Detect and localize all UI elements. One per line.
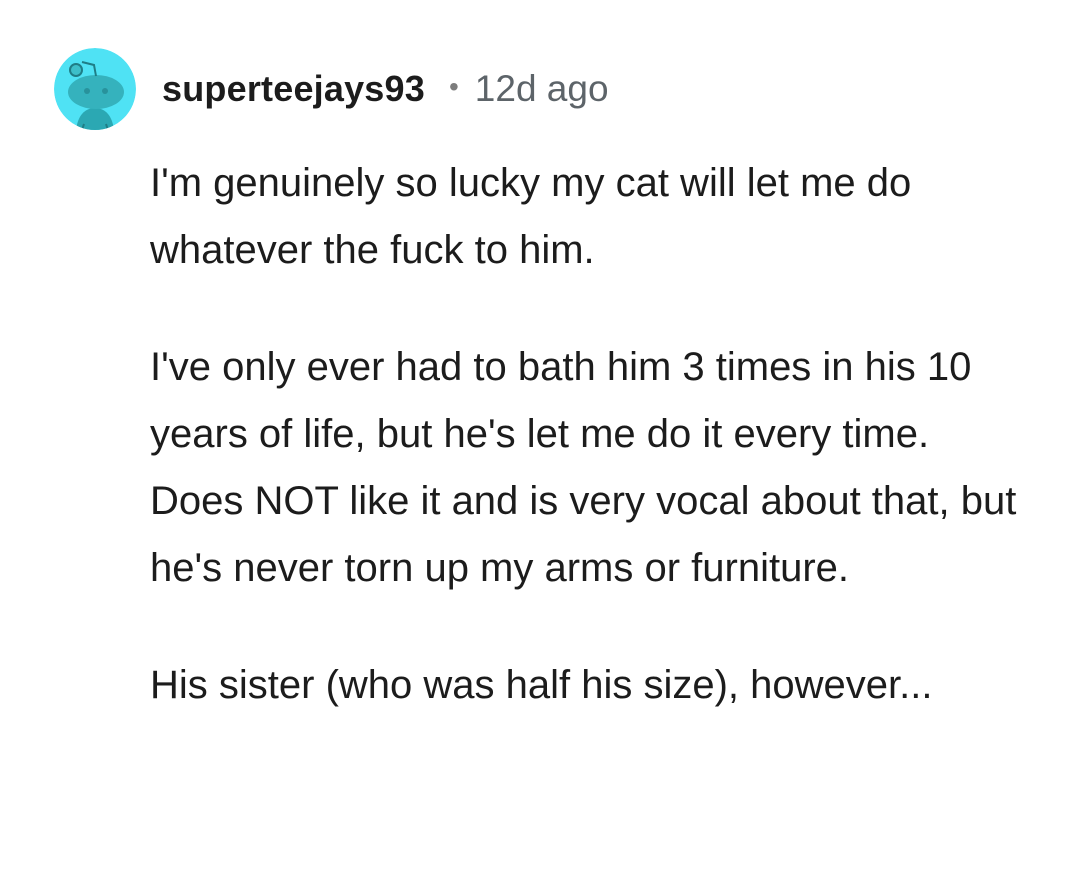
comment-paragraph-3: His sister (who was half his size), howe… <box>150 663 933 707</box>
avatar[interactable] <box>54 48 136 130</box>
comment-paragraph-1: I'm genuinely so lucky my cat will let m… <box>150 161 912 272</box>
snoo-avatar-icon <box>54 48 136 130</box>
comment-timestamp: 12d ago <box>474 68 609 109</box>
username-link[interactable]: superteejays93 <box>162 68 425 110</box>
comment: superteejays93 • 12d ago I'm genuinely s… <box>0 0 1080 894</box>
separator-dot: • <box>448 71 459 102</box>
comment-body: I'm genuinely so lucky my cat will let m… <box>150 150 1030 769</box>
comment-header: superteejays93 • 12d ago <box>54 48 609 130</box>
comment-paragraph-2: I've only ever had to bath him 3 times i… <box>150 345 1017 590</box>
